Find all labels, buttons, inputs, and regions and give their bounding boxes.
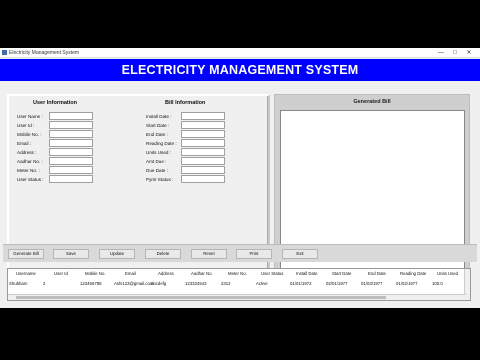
column-header[interactable]: Start Date bbox=[332, 271, 351, 276]
table-cell: 2 bbox=[43, 281, 46, 286]
table-cell: 123456788 bbox=[80, 281, 102, 286]
due-date-label: Due Date : bbox=[146, 168, 168, 173]
user-name-input[interactable] bbox=[49, 112, 93, 120]
exit-button[interactable]: Exit bbox=[282, 249, 318, 259]
save-button[interactable]: Save bbox=[53, 249, 89, 259]
maximize-icon[interactable]: □ bbox=[448, 49, 462, 57]
column-header[interactable]: Username bbox=[16, 271, 36, 276]
button-bar: Generate Bill Save Update Delete Reset P… bbox=[3, 244, 477, 262]
table-cell: 01/03/1977 bbox=[361, 281, 383, 286]
table-cell: 123334543 bbox=[185, 281, 207, 286]
units-used-label: Units Used : bbox=[146, 150, 172, 155]
column-header[interactable]: Mobile No. bbox=[85, 271, 106, 276]
end-date-input[interactable] bbox=[181, 130, 225, 138]
table-header: Username User Id Mobile No. Email Addres… bbox=[8, 271, 466, 279]
table-cell: Active bbox=[256, 281, 268, 286]
table-cell: Shubham bbox=[9, 281, 28, 286]
bill-info-heading: Bill Information bbox=[165, 100, 206, 106]
column-header[interactable]: Email bbox=[125, 271, 136, 276]
email-label: Email : bbox=[17, 141, 32, 146]
window-controls: — □ ✕ bbox=[434, 49, 476, 57]
table-cell: 01/02/1977 bbox=[396, 281, 418, 286]
column-header[interactable]: Install Date bbox=[296, 271, 318, 276]
install-date-label: Install Date : bbox=[146, 114, 172, 119]
print-button[interactable]: Print bbox=[236, 249, 272, 259]
reading-date-label: Reading Date : bbox=[146, 141, 177, 146]
user-id-input[interactable] bbox=[49, 121, 93, 129]
meter-input[interactable] bbox=[49, 166, 93, 174]
reading-date-input[interactable] bbox=[181, 139, 225, 147]
app-icon bbox=[2, 50, 7, 55]
table-cell: 02/01/1977 bbox=[326, 281, 348, 286]
table-cell: Ashi123@gmail.com bbox=[114, 281, 154, 286]
start-date-input[interactable] bbox=[181, 121, 225, 129]
column-header[interactable]: Units Used bbox=[437, 271, 458, 276]
window-title: Electricity Management System bbox=[9, 50, 80, 56]
reset-button[interactable]: Reset bbox=[191, 249, 227, 259]
table-cell: 100.0 bbox=[432, 281, 443, 286]
app-window: Electricity Management System — □ ✕ ELECTR… bbox=[0, 48, 480, 308]
user-id-label: User Id : bbox=[17, 123, 35, 128]
start-date-label: Start Date : bbox=[146, 123, 170, 128]
amount-due-input[interactable] bbox=[181, 157, 225, 165]
units-used-input[interactable] bbox=[181, 148, 225, 156]
column-header[interactable]: Reading Date bbox=[400, 271, 426, 276]
minimize-icon[interactable]: — bbox=[434, 49, 448, 57]
due-date-input[interactable] bbox=[181, 166, 225, 174]
aadhar-input[interactable] bbox=[49, 157, 93, 165]
title-bar: Electricity Management System — □ ✕ bbox=[0, 48, 480, 58]
address-label: Address : bbox=[17, 150, 37, 155]
end-date-label: End Date : bbox=[146, 132, 168, 137]
mobile-label: Mobile No. : bbox=[17, 132, 42, 137]
generated-bill-heading: Generated Bill bbox=[353, 99, 391, 105]
mobile-input[interactable] bbox=[49, 130, 93, 138]
page-title: ELECTRICITY MANAGEMENT SYSTEM bbox=[0, 59, 480, 81]
column-header[interactable]: Address bbox=[158, 271, 174, 276]
column-header[interactable]: User Id bbox=[54, 271, 68, 276]
payment-status-label: Pymt Status : bbox=[146, 177, 174, 182]
meter-label: Meter No. : bbox=[17, 168, 40, 173]
records-table[interactable]: Username User Id Mobile No. Email Addres… bbox=[7, 268, 471, 301]
email-input[interactable] bbox=[49, 139, 93, 147]
table-row[interactable]: Shubham 2 123456788 Ashi123@gmail.com ab… bbox=[8, 281, 466, 289]
delete-button[interactable]: Delete bbox=[145, 249, 181, 259]
column-header[interactable]: User Status bbox=[261, 271, 283, 276]
column-header[interactable]: Aadhar No. bbox=[191, 271, 213, 276]
aadhar-label: Aadhar No. : bbox=[17, 159, 43, 164]
scrollbar-thumb[interactable] bbox=[16, 296, 386, 299]
user-info-heading: User Information bbox=[33, 100, 78, 106]
payment-status-input[interactable] bbox=[181, 175, 225, 183]
table-cell: abcdefg bbox=[151, 281, 167, 286]
close-icon[interactable]: ✕ bbox=[462, 49, 476, 57]
table-cell: 01/01/1972 bbox=[290, 281, 312, 286]
horizontal-scrollbar[interactable] bbox=[8, 294, 466, 300]
generate-bill-button[interactable]: Generate Bill bbox=[8, 249, 44, 259]
user-status-input[interactable] bbox=[49, 175, 93, 183]
table-cell: 2312 bbox=[221, 281, 231, 286]
amount-due-label: Amt Due : bbox=[146, 159, 167, 164]
column-header[interactable]: Meter No. bbox=[228, 271, 247, 276]
update-button[interactable]: Update bbox=[99, 249, 135, 259]
column-header[interactable]: End Date bbox=[368, 271, 386, 276]
user-status-label: User Status : bbox=[17, 177, 44, 182]
install-date-input[interactable] bbox=[181, 112, 225, 120]
address-input[interactable] bbox=[49, 148, 93, 156]
user-name-label: User Name : bbox=[17, 114, 43, 119]
